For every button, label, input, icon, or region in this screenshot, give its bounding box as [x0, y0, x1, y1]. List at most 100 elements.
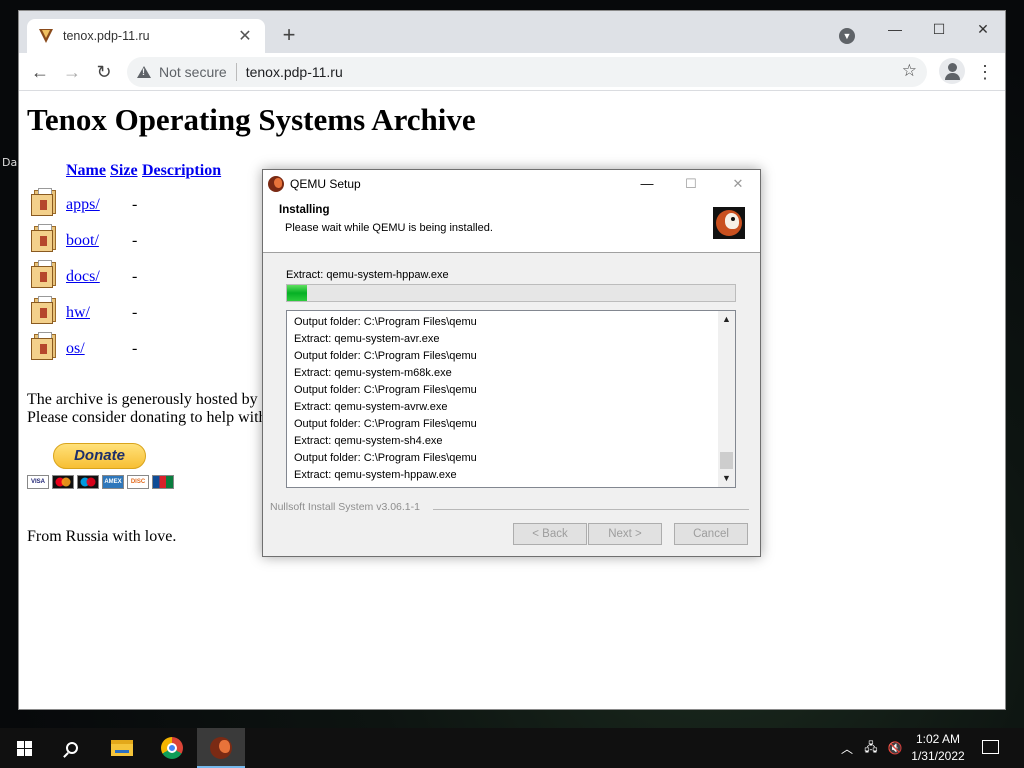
next-button-disabled[interactable]: Next > — [588, 523, 662, 545]
dialog-heading: Installing — [279, 204, 330, 216]
reload-button[interactable]: ↻ — [91, 59, 117, 85]
bookmark-star-icon[interactable]: ☆ — [902, 61, 917, 81]
dialog-close-button[interactable]: ✕ — [718, 170, 758, 197]
table-row: os/ - — [31, 330, 231, 362]
back-button-disabled[interactable]: < Back — [513, 523, 587, 545]
scroll-thumb[interactable] — [720, 452, 733, 469]
log-lines: Output folder: C:\Program Files\qemu Extr… — [294, 314, 714, 484]
directory-size: - — [132, 268, 138, 285]
dialog-titlebar[interactable]: QEMU Setup — ☐ ✕ — [263, 170, 760, 197]
chrome-button[interactable] — [148, 728, 196, 768]
directory-size: - — [132, 196, 138, 213]
log-scrollbar[interactable]: ▲ ▼ — [718, 311, 735, 487]
directory-link[interactable]: os/ — [66, 340, 85, 358]
scroll-down-icon[interactable]: ▼ — [718, 470, 735, 487]
favicon-icon — [37, 27, 55, 45]
new-tab-button[interactable]: + — [277, 23, 301, 47]
chrome-icon — [161, 737, 183, 759]
tab-title: tenox.pdp-11.ru — [63, 29, 150, 43]
footer-text: From Russia with love. — [27, 528, 177, 545]
log-line: Extract: qemu-system-m68k.exe — [294, 367, 452, 379]
folder-icon — [31, 222, 59, 252]
omnibox-divider — [235, 63, 237, 81]
profile-icon[interactable] — [939, 58, 965, 84]
folder-icon — [31, 294, 59, 324]
table-row: apps/ - — [31, 186, 231, 218]
notifications-icon[interactable] — [982, 740, 999, 754]
log-line: Extract: qemu-system-sh4.exe — [294, 435, 443, 447]
network-icon[interactable]: 🖧 — [860, 728, 882, 768]
column-header-description[interactable]: Description — [142, 162, 221, 180]
scroll-up-icon[interactable]: ▲ — [718, 311, 735, 328]
start-button[interactable] — [0, 728, 48, 768]
mastercard-icon — [52, 475, 74, 489]
browser-toolbar: ← → ↻ Not secure tenox.pdp-11.ru ☆ — [19, 53, 1005, 91]
log-line: Extract: qemu-system-hppaw.exe — [294, 469, 457, 481]
close-button[interactable]: ✕ — [961, 15, 1005, 43]
maestro-icon — [77, 475, 99, 489]
log-line: Output folder: C:\Program Files\qemu — [294, 384, 477, 396]
folder-icon — [31, 186, 59, 216]
dialog-subheading: Please wait while QEMU is being installe… — [285, 222, 493, 234]
directory-link[interactable]: docs/ — [66, 268, 100, 286]
directory-size: - — [132, 340, 138, 357]
search-icon — [66, 742, 78, 754]
clock-date: 1/31/2022 — [911, 749, 965, 763]
jcb-icon — [152, 475, 174, 489]
forward-button[interactable]: → — [59, 59, 85, 85]
tab-close-icon[interactable]: ✕ — [235, 26, 255, 46]
installer-dialog: QEMU Setup — ☐ ✕ Installing Please wait … — [262, 169, 761, 557]
table-row: boot/ - — [31, 222, 231, 254]
maximize-button[interactable]: ☐ — [917, 15, 961, 43]
install-log[interactable]: Output folder: C:\Program Files\qemu Extr… — [286, 310, 736, 488]
directory-size: - — [132, 232, 138, 249]
desktop-icon-label[interactable]: Da — [2, 156, 17, 169]
current-action-label: Extract: qemu-system-hppaw.exe — [286, 269, 449, 281]
search-button[interactable] — [48, 728, 96, 768]
menu-icon[interactable]: ⋮ — [975, 59, 995, 85]
donation-text: Please consider donating to help with — [27, 409, 267, 426]
donate-button[interactable]: Donate — [53, 443, 146, 469]
address-bar[interactable]: Not secure tenox.pdp-11.ru ☆ — [127, 57, 927, 87]
column-header-name[interactable]: Name — [66, 162, 106, 180]
not-secure-label[interactable]: Not secure — [159, 64, 227, 80]
log-line: Output folder: C:\Program Files\qemu — [294, 452, 477, 464]
table-row: docs/ - — [31, 258, 231, 290]
dialog-maximize-button[interactable]: ☐ — [671, 170, 711, 197]
log-line: Output folder: C:\Program Files\qemu — [294, 316, 477, 328]
tab-strip: tenox.pdp-11.ru ✕ + ▼ — ☐ ✕ — [19, 11, 1005, 53]
back-button[interactable]: ← — [27, 59, 53, 85]
log-line: Output folder: C:\Program Files\qemu — [294, 418, 477, 430]
qemu-setup-button[interactable] — [197, 728, 245, 768]
dialog-header: Installing Please wait while QEMU is bei… — [263, 197, 760, 253]
dialog-minimize-button[interactable]: — — [627, 170, 667, 197]
log-line: Extract: qemu-system-avr.exe — [294, 333, 440, 345]
payment-cards: VISA AMEX DISC — [27, 475, 174, 489]
windows-icon — [16, 740, 32, 756]
dialog-title: QEMU Setup — [290, 176, 361, 191]
qemu-icon — [268, 175, 284, 192]
log-line: Output folder: C:\Program Files\qemu — [294, 350, 477, 362]
cancel-button[interactable]: Cancel — [674, 523, 748, 545]
progress-fill — [287, 285, 308, 301]
tray-chevron-icon[interactable]: ︿ — [838, 728, 856, 768]
qemu-logo-icon — [713, 207, 745, 239]
taskbar-clock[interactable]: 1:02 AM 1/31/2022 — [902, 731, 974, 765]
qemu-icon — [210, 737, 232, 759]
directory-link[interactable]: boot/ — [66, 232, 99, 250]
hosting-text: The archive is generously hosted by — [27, 391, 258, 408]
minimize-button[interactable]: — — [873, 15, 917, 43]
browser-tab[interactable]: tenox.pdp-11.ru ✕ — [27, 19, 265, 53]
directory-size: - — [132, 304, 138, 321]
directory-link[interactable]: apps/ — [66, 196, 100, 214]
log-line: Extract: qemu-system-avrw.exe — [294, 401, 448, 413]
warning-icon[interactable] — [137, 66, 151, 78]
tab-search-icon[interactable]: ▼ — [839, 28, 855, 44]
column-header-size[interactable]: Size — [110, 162, 138, 180]
folder-icon — [31, 258, 59, 288]
directory-link[interactable]: hw/ — [66, 304, 90, 322]
url-text[interactable]: tenox.pdp-11.ru — [246, 64, 343, 80]
taskbar: ︿ 🖧 🔇 1:02 AM 1/31/2022 — [0, 728, 1024, 768]
amex-icon: AMEX — [102, 475, 124, 489]
file-explorer-button[interactable] — [98, 728, 146, 768]
